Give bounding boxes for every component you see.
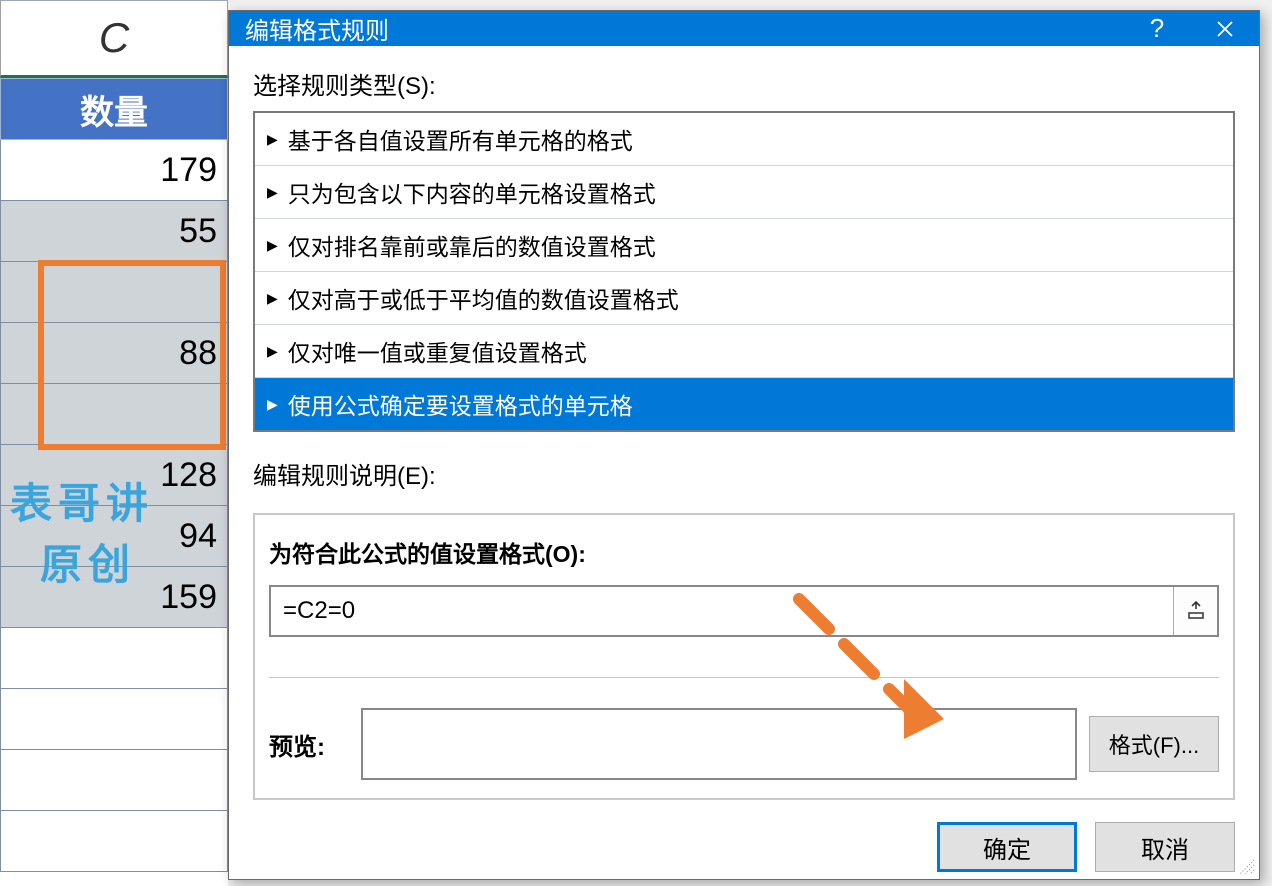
cell[interactable]: 94 — [0, 506, 228, 567]
resize-grip-icon[interactable] — [1239, 859, 1255, 875]
collapse-dialog-icon — [1186, 601, 1206, 621]
cell[interactable]: 55 — [0, 201, 228, 262]
edit-rule-panel: 为符合此公式的值设置格式(O): 预览: 格式(F)... — [253, 513, 1235, 800]
dialog-button-row: 确定 取消 — [229, 816, 1259, 884]
rule-type-item[interactable]: ▶仅对排名靠前或靠后的数值设置格式 — [255, 219, 1233, 272]
cell[interactable] — [0, 384, 228, 445]
dialog-titlebar[interactable]: 编辑格式规则 ? — [229, 11, 1259, 46]
cell[interactable] — [0, 262, 228, 323]
cell[interactable] — [0, 628, 228, 689]
close-button[interactable] — [1191, 11, 1259, 46]
help-button[interactable]: ? — [1123, 11, 1191, 46]
triangle-right-icon: ▶ — [267, 290, 278, 307]
preview-label: 预览: — [269, 727, 349, 762]
divider — [269, 677, 1219, 678]
rule-type-item[interactable]: ▶仅对高于或低于平均值的数值设置格式 — [255, 272, 1233, 325]
rule-type-section-label: 选择规则类型(S): — [253, 66, 1235, 101]
cell[interactable] — [0, 750, 228, 811]
spreadsheet-column: C 数量 179 55 88 128 94 159 表哥讲 原创 — [0, 0, 228, 886]
dialog-title: 编辑格式规则 — [245, 11, 389, 46]
close-icon — [1216, 20, 1234, 38]
format-button[interactable]: 格式(F)... — [1089, 716, 1219, 772]
cell[interactable]: 88 — [0, 323, 228, 384]
column-title-cell[interactable]: 数量 — [0, 78, 228, 140]
formula-input-row — [269, 585, 1219, 637]
cell[interactable]: 159 — [0, 567, 228, 628]
preview-box — [361, 708, 1077, 780]
cell[interactable] — [0, 689, 228, 750]
column-letter-header[interactable]: C — [0, 0, 228, 78]
triangle-right-icon: ▶ — [267, 131, 278, 148]
cell[interactable] — [0, 811, 228, 872]
triangle-right-icon: ▶ — [267, 396, 278, 413]
formula-input[interactable] — [271, 587, 1173, 635]
rule-type-list: ▶基于各自值设置所有单元格的格式 ▶只为包含以下内容的单元格设置格式 ▶仅对排名… — [253, 111, 1235, 432]
cell[interactable]: 179 — [0, 140, 228, 201]
cancel-button[interactable]: 取消 — [1095, 822, 1235, 872]
rule-type-item[interactable]: ▶仅对唯一值或重复值设置格式 — [255, 325, 1233, 378]
range-picker-button[interactable] — [1173, 587, 1217, 635]
ok-button[interactable]: 确定 — [937, 822, 1077, 872]
formula-label: 为符合此公式的值设置格式(O): — [269, 535, 1219, 569]
rule-type-item-formula[interactable]: ▶使用公式确定要设置格式的单元格 — [255, 378, 1233, 430]
triangle-right-icon: ▶ — [267, 237, 278, 254]
edit-format-rule-dialog: 编辑格式规则 ? 选择规则类型(S): ▶基于各自值设置所有单元格的格式 ▶只为… — [228, 10, 1260, 880]
rule-type-item[interactable]: ▶只为包含以下内容的单元格设置格式 — [255, 166, 1233, 219]
triangle-right-icon: ▶ — [267, 343, 278, 360]
triangle-right-icon: ▶ — [267, 184, 278, 201]
rule-type-item[interactable]: ▶基于各自值设置所有单元格的格式 — [255, 113, 1233, 166]
edit-rule-section-label: 编辑规则说明(E): — [253, 456, 1235, 491]
cell[interactable]: 128 — [0, 445, 228, 506]
